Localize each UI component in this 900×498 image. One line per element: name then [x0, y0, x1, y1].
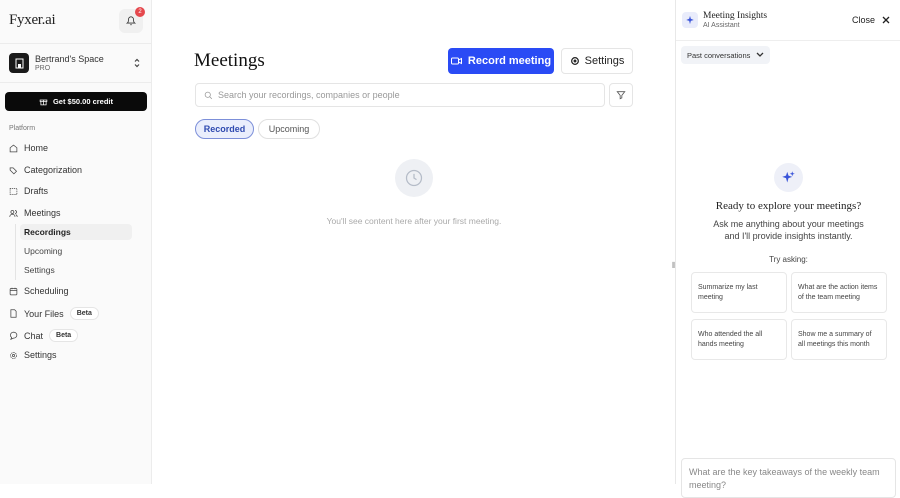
sidebar-item-label: Your Files — [24, 308, 64, 319]
workspace-avatar — [9, 53, 29, 73]
bell-icon — [126, 16, 136, 26]
close-button[interactable]: Close — [852, 15, 890, 25]
sidebar-item-settings[interactable]: Settings — [9, 350, 57, 360]
divider — [0, 43, 152, 44]
empty-description: Ask me anything about your meetings and I… — [676, 218, 900, 242]
panel-title: Meeting Insights — [703, 11, 768, 21]
calendar-clock-icon — [9, 287, 18, 295]
sparkles-icon — [682, 12, 698, 28]
sidebar-item-drafts[interactable]: Drafts — [9, 186, 48, 196]
search-placeholder: Search your recordings, companies or peo… — [218, 90, 400, 100]
file-icon — [10, 309, 17, 318]
chat-input[interactable]: What are the key takeaways of the weekly… — [681, 458, 896, 498]
workspace-plan: PRO — [35, 65, 51, 72]
drafts-icon — [9, 187, 18, 195]
empty-heading: Ready to explore your meetings? — [715, 200, 862, 212]
sidebar-item-label: Chat — [24, 330, 44, 341]
sidebar-item-home[interactable]: Home — [9, 143, 48, 153]
record-meeting-label: Record meeting — [467, 55, 552, 67]
chat-bubble-icon — [10, 331, 18, 340]
past-conversations-dropdown[interactable]: Past conversations — [681, 46, 771, 64]
tab-recorded[interactable]: Recorded — [195, 119, 254, 139]
divider — [0, 82, 152, 83]
gear-icon — [10, 351, 17, 359]
suggestion-card[interactable]: Who attended the all hands meeting — [691, 319, 787, 360]
sidebar: Fyxer.ai 2 Bertrand's Space PRO Get $50.0… — [0, 0, 152, 484]
search-icon — [204, 91, 213, 99]
tags-icon — [9, 167, 18, 174]
sidebar-item-chat[interactable]: Chat Beta — [9, 329, 79, 342]
home-icon — [9, 144, 18, 152]
building-icon — [15, 58, 23, 68]
description-line: and I'll provide insights instantly. — [724, 231, 853, 241]
sidebar-item-label: Drafts — [24, 186, 49, 196]
panel-subtitle: AI Assistant — [703, 22, 740, 29]
clock-icon — [395, 159, 433, 197]
suggestion-card[interactable]: What are the action items of the team me… — [791, 272, 887, 313]
submenu-line — [15, 224, 16, 280]
settings-label: Settings — [584, 55, 625, 67]
notification-count-badge: 2 — [135, 7, 145, 17]
video-camera-icon — [450, 57, 462, 65]
sidebar-subitem-settings[interactable]: Settings — [20, 262, 132, 278]
sidebar-item-categorization[interactable]: Categorization — [9, 165, 82, 175]
workspace-switcher[interactable]: Bertrand's Space PRO — [9, 53, 104, 73]
suggestion-card[interactable]: Summarize my last meeting — [691, 272, 787, 313]
sidebar-item-label: Scheduling — [24, 286, 69, 296]
sidebar-item-your-files[interactable]: Your Files Beta — [9, 307, 99, 320]
beta-badge: Beta — [49, 329, 79, 342]
beta-badge: Beta — [69, 307, 99, 320]
users-icon — [9, 209, 18, 217]
get-credit-button[interactable]: Get $50.00 credit — [5, 92, 147, 111]
record-meeting-button[interactable]: Record meeting — [448, 48, 554, 74]
section-label-platform: Platform — [9, 125, 36, 132]
sidebar-subitem-upcoming[interactable]: Upcoming — [20, 243, 132, 259]
workspace-name: Bertrand's Space — [35, 54, 104, 64]
divider — [676, 40, 900, 41]
close-label: Close — [852, 15, 876, 25]
filter-button[interactable] — [609, 83, 633, 107]
sidebar-subitem-recordings[interactable]: Recordings — [20, 224, 132, 240]
sparkles-icon — [774, 163, 803, 192]
try-asking-label: Try asking: — [769, 255, 808, 264]
description-line: Ask me anything about your meetings — [713, 219, 864, 229]
tab-upcoming[interactable]: Upcoming — [258, 119, 320, 139]
sidebar-item-label: Meetings — [24, 208, 61, 218]
gift-icon — [39, 99, 48, 106]
chevron-down-icon — [756, 52, 764, 57]
get-credit-label: Get $50.00 credit — [52, 97, 114, 106]
gear-icon — [570, 57, 579, 65]
page-title: Meetings — [194, 50, 265, 71]
sidebar-item-label: Settings — [24, 350, 57, 360]
chevron-up-down-icon[interactable] — [133, 58, 141, 68]
search-input[interactable]: Search your recordings, companies or peo… — [195, 83, 605, 107]
past-conversations-label: Past conversations — [687, 50, 751, 60]
sidebar-item-scheduling[interactable]: Scheduling — [9, 286, 69, 296]
fyxer-logo[interactable]: Fyxer.ai — [9, 12, 56, 29]
settings-button[interactable]: Settings — [561, 48, 633, 74]
close-icon — [882, 16, 890, 24]
sidebar-item-label: Categorization — [24, 165, 83, 175]
empty-state-text: You'll see content here after your first… — [326, 216, 502, 226]
sidebar-item-label: Home — [24, 143, 49, 153]
sidebar-item-meetings[interactable]: Meetings — [9, 208, 61, 218]
filter-icon — [616, 91, 626, 100]
main-content: Meetings Record meeting Settings Search … — [153, 0, 675, 484]
meeting-insights-panel: Meeting Insights AI Assistant Close Past… — [675, 0, 900, 498]
suggestion-card[interactable]: Show me a summary of all meetings this m… — [791, 319, 887, 360]
